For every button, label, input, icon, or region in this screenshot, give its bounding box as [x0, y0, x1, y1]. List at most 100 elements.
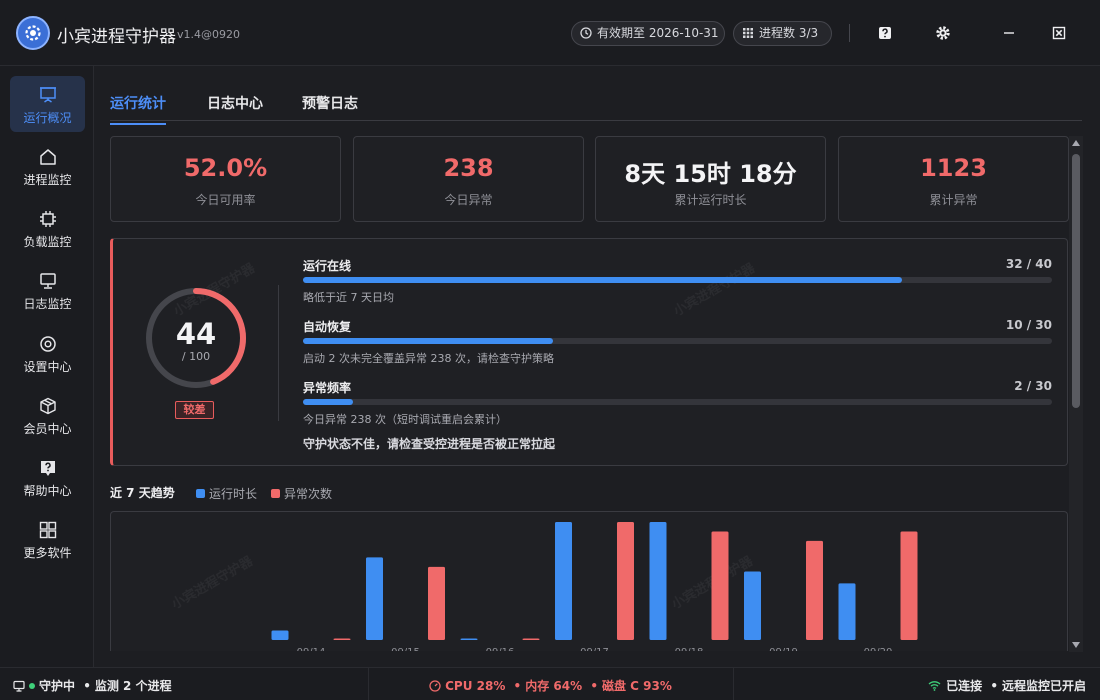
chart-bar-errors-09-16 — [522, 638, 540, 640]
process-count-text: 进程数 3/3 — [759, 26, 819, 40]
chart-bar-errors-09-19 — [806, 540, 823, 640]
chart-bar-runtime-09-18 — [649, 522, 667, 640]
sidebar-item-label: 设置中心 — [23, 360, 72, 374]
status-separator: • — [590, 679, 598, 693]
sidebar-item-label: 负载监控 — [23, 235, 72, 249]
gauge-icon — [429, 680, 441, 692]
metric-value: 32 / 40 — [1005, 257, 1052, 271]
help-icon — [40, 461, 55, 476]
chart-bar-errors-09-15 — [428, 566, 445, 640]
title-bar: 小宾进程守护器 v1.4@0920 有效期至 2026-10-31 进程数 3/… — [0, 0, 1100, 66]
legend-swatch — [196, 489, 205, 498]
status-connection-detail: 远程监控已开启 — [1001, 679, 1086, 693]
help-icon — [879, 27, 891, 39]
status-guard: 守护中 • 监测 2 个进程 — [13, 677, 172, 694]
scroll-thumb[interactable] — [1072, 154, 1080, 408]
stat-label: 累计异常 — [929, 193, 978, 207]
display-icon — [39, 273, 56, 289]
metric-progress-fill — [303, 277, 903, 283]
gear-icon — [936, 26, 950, 40]
cpu-icon — [39, 211, 56, 227]
tab-alert-log[interactable]: 预警日志 — [302, 93, 358, 123]
vertical-scrollbar[interactable] — [1069, 136, 1083, 652]
apps-icon — [39, 521, 56, 539]
trend-title: 近 7 天趋势 — [110, 486, 175, 500]
metric-name: 自动恢复 — [303, 320, 352, 334]
sidebar-item-process[interactable]: 进程监控 — [10, 138, 85, 194]
app-logo-icon — [16, 16, 50, 50]
sidebar-item-more[interactable]: 更多软件 — [10, 511, 85, 567]
chart-x-tick-label: 09/14 — [297, 647, 326, 651]
chart-x-tick-label: 09/19 — [769, 647, 798, 651]
legend-label: 运行时长 — [209, 487, 258, 501]
clock-icon — [580, 24, 592, 39]
sidebar-item-overview[interactable]: 运行概况 — [10, 76, 85, 132]
minimize-icon — [1004, 32, 1014, 34]
sidebar-item-load[interactable]: 负载监控 — [10, 200, 85, 256]
chart-x-tick-label: 09/15 — [391, 647, 420, 651]
chart-bar-errors-09-17 — [617, 522, 634, 640]
sidebar-item-label: 进程监控 — [23, 173, 72, 187]
stat-card-availability: 52.0% 今日可用率 — [110, 136, 341, 222]
legend-label: 异常次数 — [284, 487, 333, 501]
status-separator: • — [513, 679, 522, 693]
stat-card-today-errors: 238 今日异常 — [353, 136, 584, 222]
metric-progress-fill — [303, 338, 553, 344]
tab-run-stats[interactable]: 运行统计 — [110, 93, 166, 125]
status-memory: 内存 64% — [525, 679, 583, 693]
chart-bar-runtime-09-17 — [555, 522, 572, 640]
legend-errors: 异常次数 — [271, 485, 332, 502]
health-note: 守护状态不佳，请检查受控进程是否被正常拉起 — [303, 437, 556, 451]
expire-date-pill[interactable]: 有效期至 2026-10-31 — [571, 21, 725, 46]
chart-bar-errors-09-18 — [711, 531, 729, 640]
chart-bar-runtime-09-14 — [271, 630, 289, 640]
stat-label: 今日异常 — [444, 193, 493, 207]
sidebar-item-help[interactable]: 帮助中心 — [10, 449, 85, 505]
status-connection-state: 已连接 — [946, 679, 983, 693]
sidebar-item-settings[interactable]: 设置中心 — [10, 325, 85, 381]
monitor-icon — [13, 680, 25, 692]
status-separator: • — [990, 679, 998, 693]
home-icon — [39, 149, 56, 165]
status-bar: 守护中 • 监测 2 个进程 CPU 28% • 内存 64% • 磁盘 C 93% … — [0, 667, 1100, 700]
monitor-icon — [39, 87, 56, 103]
status-disk: 磁盘 C 93% — [601, 679, 672, 693]
chart-bar-errors-09-14 — [333, 638, 351, 640]
settings-button[interactable] — [934, 24, 952, 42]
stat-label: 累计运行时长 — [674, 193, 747, 207]
sidebar: 运行概况 进程监控 负载监控 日志监控 设置中心 会员中心 帮助中心 更多软件 — [0, 66, 94, 667]
stat-card-total-errors: 1123 累计异常 — [838, 136, 1069, 222]
scroll-down-icon[interactable] — [1072, 642, 1080, 648]
grid-icon — [742, 24, 754, 38]
stat-value: 52.0% — [183, 154, 268, 182]
wifi-icon — [928, 681, 941, 691]
trend-chart: 09/14 09/15 09/16 09/17 09/18 09/19 09/20 — [271, 522, 918, 651]
health-score-max: / 100 — [181, 350, 211, 363]
chart-x-tick-label: 09/16 — [486, 647, 515, 651]
help-button[interactable] — [876, 24, 894, 42]
metric-name: 运行在线 — [303, 259, 352, 273]
sidebar-item-log[interactable]: 日志监控 — [10, 262, 85, 318]
status-resource-usage: CPU 28% • 内存 64% • 磁盘 C 93% — [368, 677, 733, 694]
chart-bar-runtime-09-15 — [366, 557, 383, 640]
health-divider — [278, 285, 279, 421]
close-button[interactable] — [1050, 24, 1068, 42]
legend-swatch — [271, 489, 280, 498]
box-icon — [39, 397, 56, 415]
status-cpu: CPU 28% — [445, 679, 506, 693]
chart-x-tick-label: 09/17 — [580, 647, 609, 651]
metric-name: 异常频率 — [303, 381, 352, 395]
trend-chart-panel: 小宾进程守护器 小宾进程守护器 09/1409/1509/1609/1709/1… — [110, 511, 1068, 651]
health-grade-badge: 较差 — [175, 401, 214, 419]
minimize-button[interactable] — [1000, 24, 1018, 42]
status-separator: • — [83, 679, 91, 693]
metric-progress-track — [303, 338, 1052, 344]
chart-x-tick-label: 09/18 — [675, 647, 704, 651]
settings-icon — [39, 336, 56, 352]
tab-log-center[interactable]: 日志中心 — [207, 93, 263, 123]
metric-description: 略低于近 7 天日均 — [303, 291, 394, 304]
scroll-up-icon[interactable] — [1072, 140, 1080, 146]
process-count-pill[interactable]: 进程数 3/3 — [733, 21, 832, 46]
metric-value: 10 / 30 — [1005, 318, 1052, 332]
sidebar-item-member[interactable]: 会员中心 — [10, 387, 85, 443]
